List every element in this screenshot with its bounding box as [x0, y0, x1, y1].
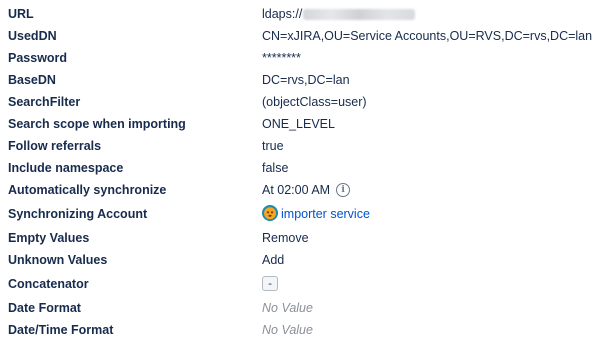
property-label: Synchronizing Account [8, 207, 148, 221]
property-value: No Value [262, 323, 313, 337]
property-row-searchfilter: SearchFilter (objectClass=user) [0, 91, 604, 113]
property-row-follow-referrals: Follow referrals true [0, 135, 604, 157]
property-value: CN=xJIRA,OU=Service Accounts,OU=RVS,DC=r… [262, 29, 593, 43]
concatenator-chip[interactable]: - [262, 276, 278, 292]
connector-properties-list: URL ldaps:// UsedDN CN=xJIRA,OU=Service … [0, 0, 604, 349]
property-label: Automatically synchronize [8, 183, 167, 197]
property-value: false [262, 161, 289, 175]
property-value: ******** [262, 51, 301, 65]
property-row-unknown-values: Unknown Values Add [0, 249, 604, 271]
user-avatar-icon[interactable] [262, 205, 278, 222]
property-label: URL [8, 7, 34, 21]
property-value: true [262, 139, 284, 153]
property-value: At 02:00 AM i [262, 179, 351, 201]
property-value: - [262, 273, 278, 295]
property-value: DC=rvs,DC=lan [262, 73, 350, 87]
property-label: Concatenator [8, 277, 89, 291]
property-value: ldaps:// [262, 3, 416, 25]
property-row-password: Password ******** [0, 47, 604, 69]
url-value: ldaps:// [262, 7, 303, 21]
property-row-empty-values: Empty Values Remove [0, 227, 604, 249]
property-value: importer service [262, 203, 370, 225]
property-label: BaseDN [8, 73, 56, 87]
property-label: Follow referrals [8, 139, 102, 153]
property-label: Search scope when importing [8, 117, 186, 131]
property-label: Date Format [8, 301, 81, 315]
property-value: (objectClass=user) [262, 95, 367, 109]
property-value: Remove [262, 231, 309, 245]
property-row-datetime-format: Date/Time Format No Value [0, 319, 604, 341]
sync-account-user-link[interactable]: importer service [281, 207, 370, 221]
info-icon[interactable]: i [336, 182, 351, 197]
property-value: No Value [262, 301, 313, 315]
property-row-auto-sync: Automatically synchronize At 02:00 AM i [0, 179, 604, 201]
property-label: Unknown Values [8, 253, 108, 267]
auto-sync-time: At 02:00 AM [262, 183, 331, 197]
property-row-url: URL ldaps:// [0, 3, 604, 25]
property-label: UsedDN [8, 29, 57, 43]
redacted-hostname [303, 9, 416, 21]
property-row-date-format: Date Format No Value [0, 297, 604, 319]
property-row-include-namespace: Include namespace false [0, 157, 604, 179]
property-row-search-scope: Search scope when importing ONE_LEVEL [0, 113, 604, 135]
property-value: ONE_LEVEL [262, 117, 335, 131]
property-label: Empty Values [8, 231, 90, 245]
property-row-useddn: UsedDN CN=xJIRA,OU=Service Accounts,OU=R… [0, 25, 604, 47]
property-label: Password [8, 51, 68, 65]
property-label: SearchFilter [8, 95, 81, 109]
property-label: Date/Time Format [8, 323, 114, 337]
property-value: Add [262, 253, 285, 267]
property-row-basedn: BaseDN DC=rvs,DC=lan [0, 69, 604, 91]
property-label: Include namespace [8, 161, 124, 175]
property-row-concatenator: Concatenator - [0, 273, 604, 295]
property-row-sync-account: Synchronizing Account importer service [0, 203, 604, 225]
